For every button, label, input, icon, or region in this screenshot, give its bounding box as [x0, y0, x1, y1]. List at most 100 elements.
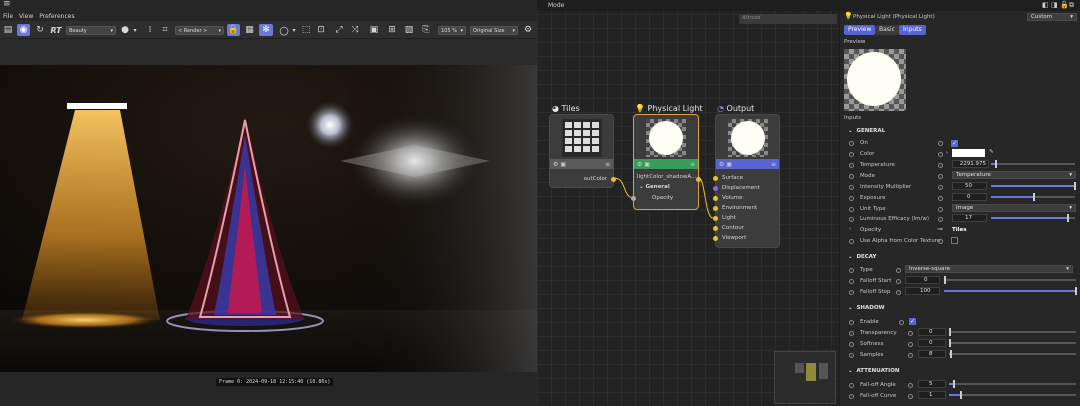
transparency-field[interactable]: 0 [918, 328, 946, 336]
refresh-icon[interactable]: ↻ [34, 24, 46, 36]
eyedropper-icon[interactable]: ✎ [989, 149, 994, 155]
use-alpha-checkbox[interactable] [951, 237, 958, 244]
output-port-light[interactable] [713, 216, 718, 221]
port-dot[interactable] [849, 217, 854, 222]
port-dot[interactable] [849, 268, 854, 273]
chevron-down-icon[interactable]: ▾ [132, 24, 138, 36]
layout-icon[interactable]: ◨ [1051, 1, 1058, 9]
render-icon[interactable]: ◉ [17, 24, 30, 36]
slider-knob[interactable] [1033, 193, 1035, 201]
tab-preview[interactable]: Preview [844, 25, 876, 35]
output-port-contour[interactable] [713, 226, 718, 231]
output-port-surface[interactable] [713, 176, 718, 181]
clapper-icon[interactable]: ▤ [2, 24, 14, 36]
tab-inputs[interactable]: Inputs [899, 25, 926, 35]
output-port-volume[interactable] [713, 196, 718, 201]
softness-field[interactable]: 0 [918, 339, 946, 347]
intensity-slider[interactable] [991, 182, 1077, 190]
settings-icon[interactable]: ⚙ [553, 161, 558, 168]
connect-dot[interactable] [908, 331, 913, 336]
tiles-node[interactable]: ⚙ ▣ ≡ outColor [549, 114, 616, 188]
slider-knob[interactable] [960, 391, 963, 399]
slider-knob[interactable] [1074, 287, 1077, 295]
chevron-down-icon[interactable]: ▾ [291, 24, 297, 36]
preset-select[interactable]: Custom [1027, 13, 1077, 21]
decay-type-select[interactable]: Inverse-square [905, 265, 1073, 273]
falloff-angle-slider[interactable] [949, 380, 1076, 388]
slider-knob[interactable] [944, 276, 946, 284]
focus-icon[interactable]: ⊡ [315, 24, 327, 36]
settings-icon[interactable]: ⚙ [522, 24, 534, 36]
save-icon[interactable]: ▣ [368, 24, 380, 36]
tiles-node-header[interactable]: ⚙ ▣ ≡ [550, 159, 613, 169]
connect-dot[interactable] [938, 185, 943, 190]
sphere-icon[interactable]: ● [119, 24, 131, 36]
intensity-field[interactable]: 50 [952, 182, 987, 190]
connect-dot[interactable] [896, 268, 901, 273]
port-dot[interactable] [849, 279, 854, 284]
falloff-curve-field[interactable]: 1 [918, 391, 946, 399]
port-dot[interactable] [849, 353, 854, 358]
connected-icon[interactable]: ⊸ [937, 225, 943, 233]
connect-dot[interactable] [908, 383, 913, 388]
output-port-viewport[interactable] [713, 236, 718, 241]
slider-knob[interactable] [949, 328, 951, 336]
connect-dot[interactable] [899, 320, 904, 325]
popout-icon[interactable]: ⧉ [1069, 1, 1074, 10]
port-dot[interactable] [849, 320, 854, 325]
port-dot[interactable] [849, 383, 854, 388]
image-icon[interactable]: ▣ [560, 161, 566, 168]
light-general-group[interactable]: ⌄ General [639, 184, 670, 190]
menu-icon[interactable]: ≡ [771, 161, 776, 168]
light-opacity-port[interactable] [631, 196, 636, 201]
connect-dot[interactable] [908, 394, 913, 399]
physical-light-node[interactable]: ⚙ ▣ ≡ lightColor_shadowA... ⌄ General Opa… [631, 114, 701, 210]
connect-dot[interactable] [938, 141, 943, 146]
settings-icon[interactable]: ⚙ [637, 161, 642, 168]
export-icon[interactable]: ⎘ [420, 24, 432, 36]
connect-dot[interactable] [938, 239, 943, 244]
connect-dot[interactable] [938, 174, 943, 179]
image-icon[interactable]: ▣ [644, 161, 650, 168]
color-swatch[interactable] [952, 149, 985, 157]
section-shadow[interactable]: ⌄ SHADOW [848, 305, 885, 311]
port-dot[interactable] [849, 163, 854, 168]
channel-select[interactable]: Beauty [66, 26, 116, 35]
menu-icon[interactable]: ≡ [3, 0, 11, 9]
falloff-start-field[interactable]: 0 [905, 276, 940, 284]
tiles-outcolor-port[interactable] [611, 177, 616, 182]
connect-dot[interactable] [938, 152, 943, 157]
connect-dot[interactable] [938, 207, 943, 212]
falloff-curve-slider[interactable] [949, 391, 1076, 399]
snowflake-icon[interactable]: ✻ [259, 24, 273, 36]
grid-icon[interactable]: ▦ [243, 24, 256, 36]
layout-icon[interactable]: ◧ [1042, 1, 1049, 9]
light-output-port[interactable] [696, 177, 701, 182]
on-checkbox[interactable]: ✓ [951, 140, 958, 147]
section-decay[interactable]: ⌄ DECAY [848, 254, 877, 260]
falloff-start-slider[interactable] [944, 276, 1076, 284]
expand-icon[interactable]: › [946, 150, 948, 156]
port-dot[interactable] [849, 196, 854, 201]
image-icon[interactable]: ▧ [403, 24, 415, 36]
transparency-slider[interactable] [949, 328, 1076, 336]
port-dot[interactable] [849, 239, 854, 244]
slider-knob[interactable] [1066, 214, 1069, 222]
port-dot[interactable] [849, 152, 854, 157]
menu-icon[interactable]: ≡ [690, 161, 695, 168]
menu-icon[interactable]: ≡ [605, 161, 610, 168]
section-general[interactable]: ⌄ GENERAL [848, 128, 885, 134]
rt-button[interactable]: RT [48, 24, 64, 36]
falloff-stop-field[interactable]: 100 [905, 287, 940, 295]
section-attenuation[interactable]: ⌄ ATTENUATION [848, 368, 899, 374]
falloff-stop-slider[interactable] [944, 287, 1077, 295]
connect-dot[interactable] [908, 353, 913, 358]
output-port-environment[interactable] [713, 206, 718, 211]
expand-icon[interactable]: ⤢ [333, 24, 345, 36]
slider-knob[interactable] [1074, 182, 1077, 190]
connect-dot[interactable] [896, 290, 901, 295]
port-dot[interactable] [849, 394, 854, 399]
add-icon[interactable]: ⊞ [386, 24, 398, 36]
circle-icon[interactable]: ○ [277, 24, 291, 37]
output-node-header[interactable]: ⚙ ▣ ≡ [716, 159, 779, 169]
